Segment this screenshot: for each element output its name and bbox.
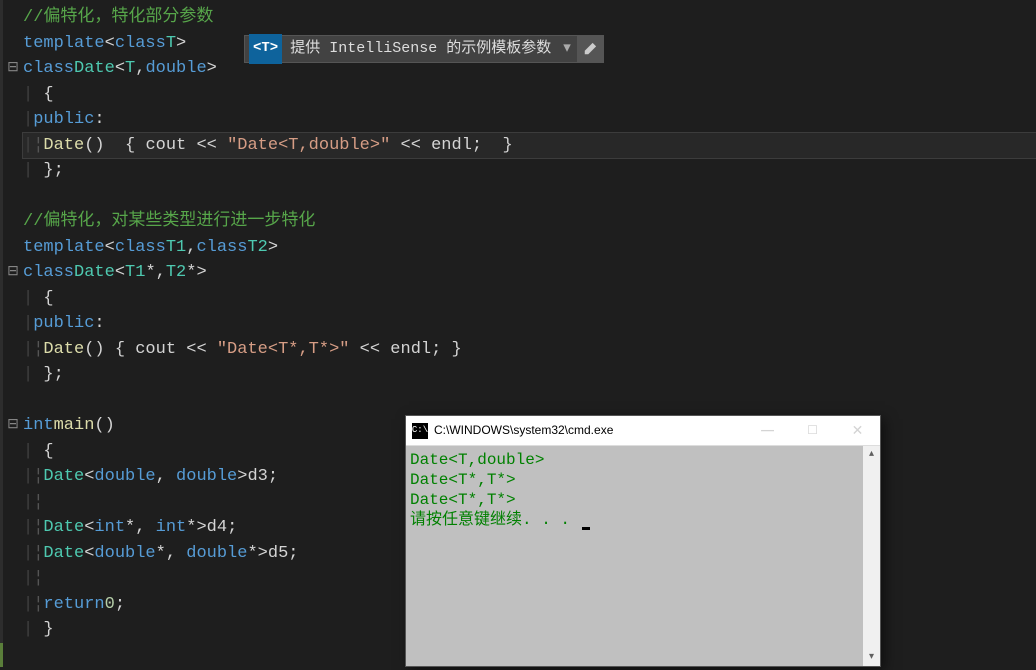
cmd-title: C:\WINDOWS\system32\cmd.exe: [434, 418, 745, 444]
minimize-button[interactable]: ─: [745, 416, 790, 445]
collapse-icon[interactable]: ⊟: [5, 413, 21, 439]
collapse-icon[interactable]: ⊟: [5, 260, 21, 286]
cursor: [582, 527, 590, 530]
comment: //偏特化，特化部分参数: [23, 5, 213, 31]
cmd-titlebar[interactable]: C:\ C:\WINDOWS\system32\cmd.exe ─ ☐ ✕: [406, 416, 880, 446]
edit-button[interactable]: [577, 36, 603, 62]
cmd-window[interactable]: C:\ C:\WINDOWS\system32\cmd.exe ─ ☐ ✕ Da…: [405, 415, 881, 667]
intellisense-badge: <T>: [249, 34, 282, 64]
current-line[interactable]: | ¦ Date() { cout << "Date<T,double>" <<…: [23, 133, 1036, 159]
scroll-up-icon[interactable]: ▴: [863, 446, 880, 463]
scroll-down-icon[interactable]: ▾: [863, 649, 880, 666]
collapse-icon[interactable]: ⊟: [5, 56, 21, 82]
keyword-template: template: [23, 31, 105, 57]
scrollbar[interactable]: ▴ ▾: [863, 446, 880, 666]
dropdown-icon[interactable]: ▾: [559, 36, 575, 62]
intellisense-text: 提供 IntelliSense 的示例模板参数: [282, 36, 559, 62]
comment: //偏特化，对某些类型进行进一步特化: [23, 209, 315, 235]
intellisense-tooltip[interactable]: <T> 提供 IntelliSense 的示例模板参数 ▾: [244, 35, 604, 63]
cmd-output: Date<T,double> Date<T*,T*> Date<T*,T*> 请…: [406, 446, 880, 666]
maximize-button[interactable]: ☐: [790, 416, 835, 445]
close-button[interactable]: ✕: [835, 416, 880, 445]
pencil-icon: [583, 42, 597, 56]
cmd-icon: C:\: [412, 423, 428, 439]
